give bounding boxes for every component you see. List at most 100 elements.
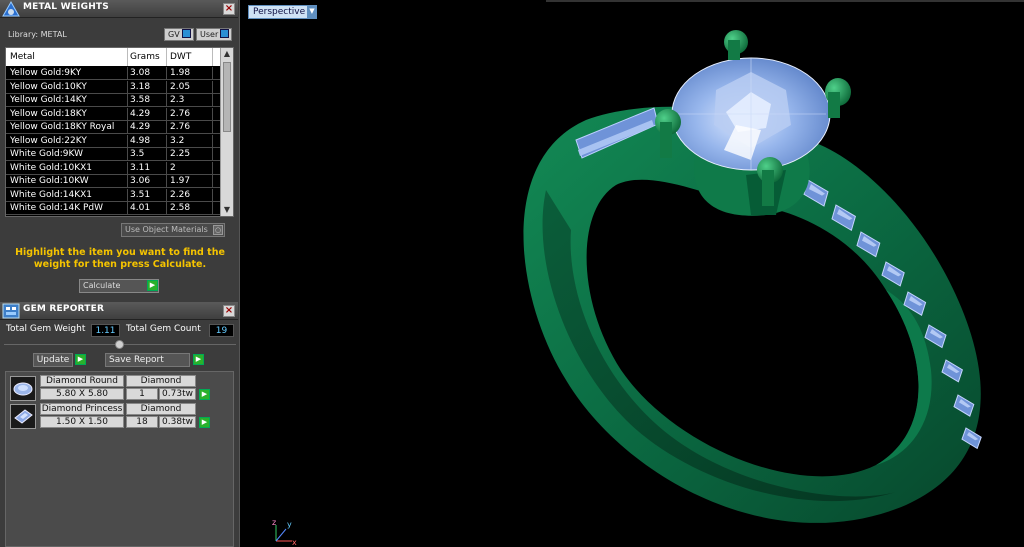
- user-label: User: [200, 30, 219, 39]
- metal-name-cell: White Gold:10KW: [10, 176, 89, 186]
- gem-material: Diamond: [126, 403, 196, 415]
- user-toggle-icon: [220, 29, 230, 38]
- table-row[interactable]: White Gold:14KX1 3.51 2.26: [6, 188, 220, 202]
- gv-label: GV: [168, 30, 180, 39]
- save-report-button[interactable]: Save Report: [105, 353, 190, 367]
- grams-cell: 3.5: [130, 149, 145, 159]
- splitter-handle[interactable]: [115, 340, 124, 349]
- gem-size: 5.80 X 5.80: [40, 388, 124, 400]
- gem-count: 18: [126, 416, 158, 428]
- column-header-metal[interactable]: Metal: [10, 52, 35, 62]
- dwt-cell: 2.58: [170, 203, 191, 213]
- gem-select-icon[interactable]: ▶: [199, 389, 210, 400]
- column-header-dwt[interactable]: DWT: [170, 52, 191, 62]
- dwt-cell: 2.25: [170, 149, 191, 159]
- table-row[interactable]: Yellow Gold:18KY 4.29 2.76: [6, 107, 220, 121]
- grams-cell: 3.11: [130, 162, 151, 173]
- table-row[interactable]: White Gold:14K PdW 4.01 2.58: [6, 202, 220, 215]
- metal-name-cell: White Gold:10KX1: [10, 162, 93, 173]
- table-row[interactable]: White Gold:10KW 3.06 1.97: [6, 175, 220, 188]
- use-object-materials-checkbox[interactable]: Use Object Materials ○: [121, 223, 225, 237]
- axis-label-z: z: [272, 518, 276, 527]
- table-row[interactable]: Yellow Gold:14KY 3.58 2.3: [6, 94, 220, 107]
- total-gem-count-value: 19: [209, 324, 234, 337]
- user-button[interactable]: User: [196, 28, 233, 41]
- 3d-viewport[interactable]: Perspective ▼ z y x: [246, 0, 1024, 547]
- axis-label-y: y: [287, 520, 292, 529]
- scroll-up-icon[interactable]: ▲: [221, 48, 233, 60]
- update-button[interactable]: Update: [33, 353, 73, 367]
- gem-reporter-title: GEM REPORTER: [23, 304, 105, 314]
- report-icon: [2, 303, 20, 319]
- grams-cell: 3.18: [130, 81, 151, 92]
- dwt-cell: 2.76: [170, 122, 191, 132]
- axis-gizmo-icon: z y x: [272, 518, 297, 545]
- center-stone[interactable]: [671, 57, 831, 171]
- gem-size: 1.50 X 1.50: [40, 416, 124, 428]
- metal-weights-titlebar: METAL WEIGHTS ×: [0, 0, 238, 18]
- grams-cell: 3.06: [130, 176, 151, 186]
- scroll-down-icon[interactable]: ▼: [221, 204, 233, 216]
- dwt-cell: 1.98: [170, 68, 191, 78]
- dwt-cell: 3.2: [170, 135, 185, 146]
- calculate-go-icon[interactable]: ▶: [147, 280, 158, 291]
- grams-cell: 4.29: [130, 108, 151, 119]
- grams-cell: 3.58: [130, 95, 151, 105]
- grams-cell: 3.51: [130, 189, 151, 200]
- metal-name-cell: Yellow Gold:9KY: [10, 68, 82, 78]
- table-header: Metal Grams DWT: [6, 48, 220, 66]
- grams-cell: 4.01: [130, 203, 151, 213]
- gem-row-round[interactable]: Diamond Round Diamond 5.80 X 5.80 1 0.73…: [8, 375, 216, 402]
- metal-name-cell: Yellow Gold:18KY Royal: [10, 122, 115, 132]
- metal-table[interactable]: Metal Grams DWT Yellow Gold:9KY 3.08 1.98 Y…: [5, 47, 234, 217]
- gv-button[interactable]: GV: [164, 28, 194, 41]
- close-icon[interactable]: ×: [223, 3, 235, 15]
- gv-toggle-icon: [181, 29, 191, 38]
- gem-row-princess[interactable]: Diamond Princess Diamond 1.50 X 1.50 18 …: [8, 403, 216, 430]
- metal-name-cell: White Gold:9KW: [10, 149, 83, 159]
- table-row[interactable]: Yellow Gold:22KY 4.98 3.2: [6, 134, 220, 148]
- metal-name-cell: Yellow Gold:22KY: [10, 135, 87, 146]
- calculate-label: Calculate: [83, 281, 121, 290]
- gem-shape: Diamond Round: [40, 375, 124, 387]
- table-scrollbar[interactable]: ▲ ▼: [220, 48, 233, 216]
- gem-select-icon[interactable]: ▶: [199, 417, 210, 428]
- update-go-icon[interactable]: ▶: [75, 354, 86, 365]
- table-row[interactable]: Yellow Gold:10KY 3.18 2.05: [6, 80, 220, 94]
- checkbox-icon: ○: [213, 225, 223, 235]
- gem-count: 1: [126, 388, 158, 400]
- total-gem-weight-label: Total Gem Weight: [6, 324, 86, 334]
- metal-name-cell: White Gold:14K PdW: [10, 203, 104, 213]
- save-report-go-icon[interactable]: ▶: [193, 354, 204, 365]
- table-row[interactable]: Yellow Gold:18KY Royal 4.29 2.76: [6, 121, 220, 134]
- dwt-cell: 2: [170, 162, 176, 173]
- table-row[interactable]: White Gold:10KX1 3.11 2: [6, 161, 220, 175]
- gem-reporter-titlebar: GEM REPORTER ×: [0, 302, 238, 320]
- round-gem-icon: [10, 376, 36, 401]
- total-gem-weight-value: 1.11: [91, 324, 120, 337]
- dwt-cell: 2.3: [170, 95, 185, 105]
- table-row[interactable]: White Gold:9KW 3.5 2.25: [6, 148, 220, 161]
- gem-weight: 0.38tw: [159, 416, 196, 428]
- scroll-thumb[interactable]: [223, 62, 231, 132]
- metal-name-cell: White Gold:14KX1: [10, 189, 93, 200]
- metal-weights-title: METAL WEIGHTS: [23, 2, 109, 12]
- axis-label-x: x: [292, 538, 297, 545]
- scale-icon: [2, 1, 20, 17]
- library-label: Library: METAL: [8, 30, 67, 39]
- grams-cell: 3.08: [130, 68, 151, 78]
- table-row[interactable]: Yellow Gold:9KY 3.08 1.98: [6, 67, 220, 80]
- column-header-grams[interactable]: Grams: [130, 52, 160, 62]
- ring-model[interactable]: [246, 0, 1024, 547]
- metal-name-cell: Yellow Gold:10KY: [10, 81, 87, 92]
- dwt-cell: 1.97: [170, 176, 191, 186]
- princess-gem-icon: [10, 404, 36, 429]
- use-object-materials-label: Use Object Materials: [125, 225, 208, 234]
- close-icon[interactable]: ×: [223, 305, 235, 317]
- dwt-cell: 2.26: [170, 189, 191, 200]
- total-gem-count-label: Total Gem Count: [126, 324, 201, 334]
- grams-cell: 4.98: [130, 135, 151, 146]
- gem-list: Diamond Round Diamond 5.80 X 5.80 1 0.73…: [5, 371, 234, 547]
- metal-name-cell: Yellow Gold:14KY: [10, 95, 87, 105]
- dwt-cell: 2.76: [170, 108, 191, 119]
